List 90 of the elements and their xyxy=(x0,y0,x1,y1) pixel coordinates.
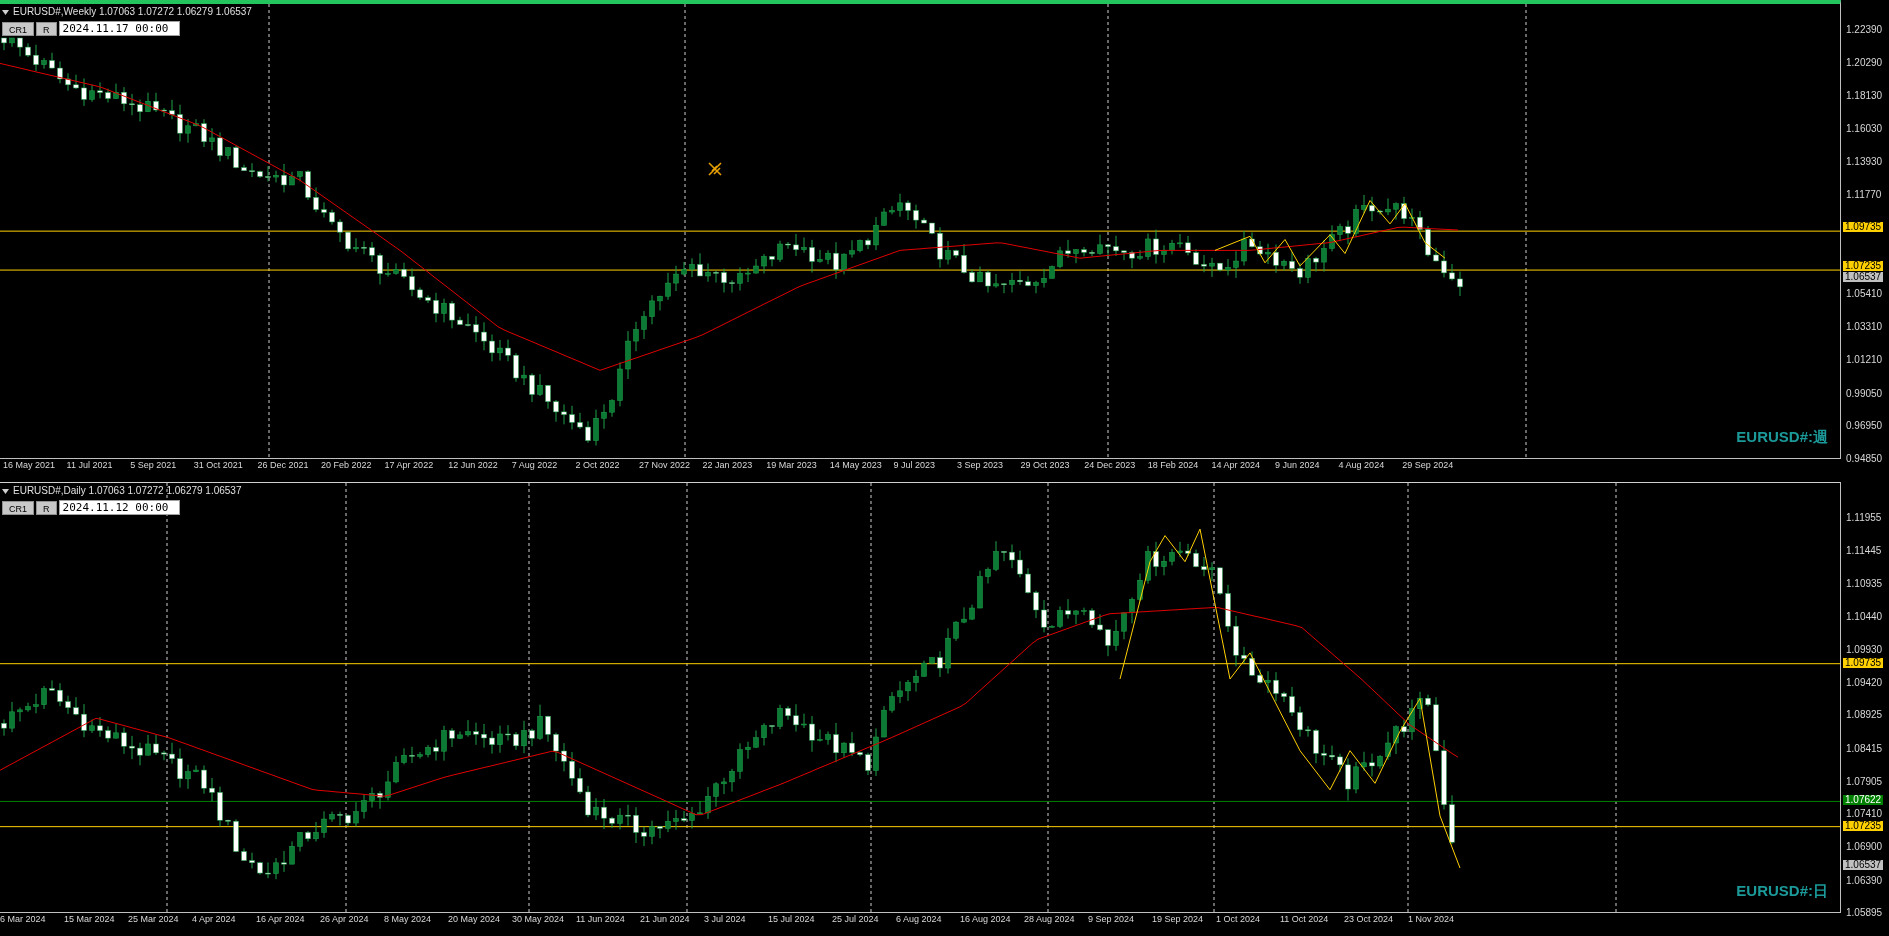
time-axis-label: 29 Sep 2024 xyxy=(1402,459,1454,471)
time-axis-label: 15 Mar 2024 xyxy=(64,913,115,925)
time-axis-label: 20 Feb 2022 xyxy=(321,459,372,471)
time-axis-label: 6 Aug 2024 xyxy=(896,913,942,925)
time-axis-label: 7 Aug 2022 xyxy=(511,459,558,471)
chart-mode-button[interactable]: CR1 xyxy=(2,21,34,36)
time-axis-label: 9 Sep 2024 xyxy=(1088,913,1135,925)
time-axis-label: 21 Jun 2024 xyxy=(640,913,690,925)
price-tick-label: 1.22390 xyxy=(1846,25,1883,35)
time-axis-label: 9 Jul 2023 xyxy=(893,459,935,471)
price-tick-label: 1.11770 xyxy=(1846,190,1882,201)
price-tick-label: 1.06390 xyxy=(1846,875,1883,886)
price-tick-label: 0.94850 xyxy=(1846,454,1883,464)
time-axis-label: 8 May 2024 xyxy=(384,913,432,925)
time-axis-label: 9 Jun 2024 xyxy=(1275,459,1320,471)
date-field[interactable]: 2024.11.17 00:00 xyxy=(58,21,180,36)
price-level-label: 1.07622 xyxy=(1843,795,1884,806)
time-axis-label: 11 Oct 2024 xyxy=(1280,913,1329,925)
time-axis-label: 26 Dec 2021 xyxy=(257,459,309,471)
chart-area[interactable]: EURUSD#,Daily 1.07063 1.07272 1.06279 1.06537 CR1 R 2024.11.12 00:00 EURUSD#:日 xyxy=(0,482,1841,913)
price-tick-label: 1.01210 xyxy=(1846,354,1883,365)
price-tick-label: 1.09420 xyxy=(1846,678,1883,689)
time-axis-label: 27 Nov 2022 xyxy=(639,459,691,471)
time-axis-label: 6 Mar 2024 xyxy=(0,913,46,925)
price-tick-label: 0.99050 xyxy=(1846,388,1883,399)
price-tick-label: 1.05410 xyxy=(1846,289,1883,300)
price-tick-label: 1.05895 xyxy=(1846,908,1883,918)
price-level-label: 1.09735 xyxy=(1843,222,1884,233)
time-axis-label: 19 Sep 2024 xyxy=(1152,913,1204,925)
symbol-watermark: EURUSD#:日 xyxy=(1736,880,1828,901)
time-axis-label: 22 Jan 2023 xyxy=(702,459,753,471)
price-tick-label: 0.96950 xyxy=(1846,421,1883,432)
time-axis-label: 17 Apr 2022 xyxy=(384,459,434,471)
price-tick-label: 1.03310 xyxy=(1846,322,1883,333)
price-level-label: 1.07235 xyxy=(1843,820,1884,831)
price-tick-label: 1.18130 xyxy=(1846,91,1883,102)
time-axis-label: 18 Feb 2024 xyxy=(1147,459,1199,471)
price-tick-label: 1.10935 xyxy=(1846,579,1883,590)
price-tick-label: 1.07905 xyxy=(1846,776,1883,787)
price-tick-label: 1.08925 xyxy=(1846,710,1883,721)
time-axis-label: 26 Apr 2024 xyxy=(320,913,369,925)
time-axis-label: 4 Aug 2024 xyxy=(1338,459,1385,471)
time-axis-label: 14 Apr 2024 xyxy=(1211,459,1260,471)
chart-mode-button[interactable]: CR1 xyxy=(2,500,34,515)
time-axis-label: 1 Nov 2024 xyxy=(1408,913,1455,925)
price-level-label: 1.07235 xyxy=(1843,261,1884,272)
time-axis-label: 14 May 2023 xyxy=(829,459,882,471)
time-axis-label: 5 Sep 2021 xyxy=(130,459,177,471)
current-price-label: 1.06537 xyxy=(1843,860,1884,871)
current-price-label: 1.06537 xyxy=(1843,271,1884,282)
chart-mode-button[interactable]: R xyxy=(36,500,57,515)
time-axis-label: 12 Jun 2022 xyxy=(448,459,498,471)
price-tick-label: 1.09930 xyxy=(1846,645,1883,655)
time-axis-label: 19 Mar 2023 xyxy=(766,459,817,471)
time-axis-label: 11 Jun 2024 xyxy=(576,913,625,925)
time-axis-label: 29 Oct 2023 xyxy=(1020,459,1070,471)
date-field[interactable]: 2024.11.12 00:00 xyxy=(58,500,180,515)
time-axis-label: 28 Aug 2024 xyxy=(1024,913,1075,925)
time-axis-label: 31 Oct 2021 xyxy=(193,459,243,471)
time-axis-label: 1 Oct 2024 xyxy=(1216,913,1261,925)
time-axis-label: 25 Mar 2024 xyxy=(128,913,179,925)
price-tick-label: 1.06900 xyxy=(1846,842,1883,853)
time-axis-label: 16 Aug 2024 xyxy=(960,913,1011,925)
price-tick-label: 1.13930 xyxy=(1846,156,1883,167)
price-tick-label: 1.16030 xyxy=(1846,124,1883,135)
time-axis-label: 15 Jul 2024 xyxy=(768,913,815,925)
time-axis-label: 4 Apr 2024 xyxy=(192,913,236,925)
time-axis-label: 25 Jul 2024 xyxy=(832,913,879,925)
price-tick-label: 1.11955 xyxy=(1846,513,1882,523)
time-axis-label: 23 Oct 2024 xyxy=(1344,913,1394,925)
price-tick-label: 1.20290 xyxy=(1846,57,1883,68)
chart-mode-button[interactable]: R xyxy=(36,21,57,36)
price-tick-label: 1.07410 xyxy=(1846,809,1883,820)
time-axis-label: 11 Jul 2021 xyxy=(66,459,113,471)
time-axis-label: 16 May 2021 xyxy=(3,459,56,471)
price-tick-label: 1.10440 xyxy=(1846,611,1883,622)
price-tick-label: 1.08415 xyxy=(1846,743,1883,754)
time-axis-label: 2 Oct 2022 xyxy=(575,459,620,471)
chart-area[interactable]: EURUSD#,Weekly 1.07063 1.07272 1.06279 1.06537 CR1 R 2024.11.17 00:00 EURUSD#:週 xyxy=(0,0,1841,459)
symbol-info: EURUSD#,Weekly 1.07063 1.07272 1.06279 1.06537 xyxy=(13,6,252,18)
time-axis-label: 3 Sep 2023 xyxy=(957,459,1004,471)
symbol-info: EURUSD#,Daily 1.07063 1.07272 1.06279 1.06537 xyxy=(13,485,242,497)
time-axis-label: 16 Apr 2024 xyxy=(256,913,305,925)
symbol-watermark: EURUSD#:週 xyxy=(1736,426,1828,447)
time-axis-label: 3 Jul 2024 xyxy=(704,913,746,925)
time-axis-label: 30 May 2024 xyxy=(512,913,565,925)
price-tick-label: 1.11445 xyxy=(1846,546,1882,557)
price-level-label: 1.09735 xyxy=(1843,657,1884,668)
time-axis-label: 20 May 2024 xyxy=(448,913,501,925)
time-axis-label: 24 Dec 2023 xyxy=(1084,459,1136,471)
